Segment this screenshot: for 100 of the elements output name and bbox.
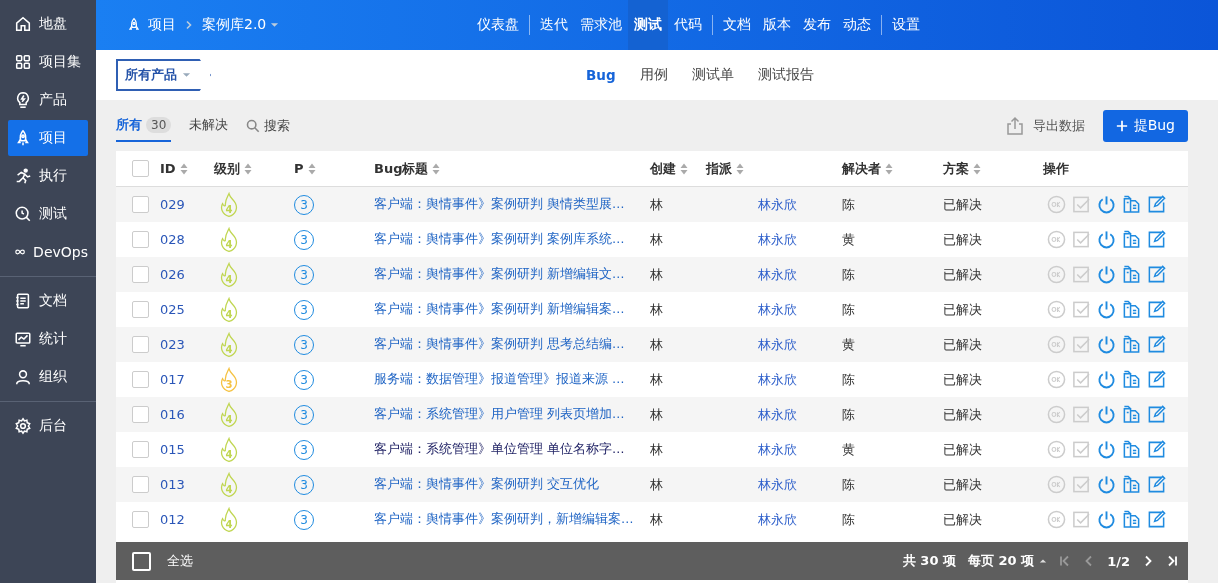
bug-id-link[interactable]: 017	[160, 372, 214, 387]
sidebar-item[interactable]: 统计	[8, 321, 88, 357]
edit-action-icon[interactable]	[1147, 195, 1166, 214]
bug-id-link[interactable]: 026	[160, 267, 214, 282]
edit-action-icon[interactable]	[1147, 370, 1166, 389]
bug-title-link[interactable]: 客户端：舆情事件》案例研判 案例库系统…	[374, 231, 650, 248]
copy-action-icon[interactable]	[1122, 370, 1141, 389]
nav-tab[interactable]: 代码	[668, 0, 708, 50]
copy-action-icon[interactable]	[1122, 300, 1141, 319]
activate-action-icon[interactable]	[1097, 335, 1116, 354]
filter-tab[interactable]: 未解决	[189, 110, 229, 142]
breadcrumb-link[interactable]: 项目	[148, 16, 176, 34]
activate-action-icon[interactable]	[1097, 440, 1116, 459]
activate-action-icon[interactable]	[1097, 230, 1116, 249]
copy-action-icon[interactable]	[1122, 510, 1141, 529]
checkbox[interactable]	[132, 301, 149, 318]
copy-action-icon[interactable]	[1122, 265, 1141, 284]
checkbox[interactable]	[132, 441, 149, 458]
bug-title-link[interactable]: 服务端：数据管理》报道管理》报道来源 …	[374, 371, 650, 388]
sidebar-item[interactable]: 项目	[8, 120, 88, 156]
project-dropdown[interactable]: 案例库2.0	[202, 16, 280, 34]
activate-action-icon[interactable]	[1097, 475, 1116, 494]
activate-action-icon[interactable]	[1097, 405, 1116, 424]
bug-title-link[interactable]: 客户端：系统管理》单位管理 单位名称字…	[374, 441, 650, 458]
product-dropdown[interactable]: 所有产品	[116, 59, 211, 91]
bug-id-link[interactable]: 025	[160, 302, 214, 317]
sub-tab[interactable]: Bug	[586, 66, 616, 84]
edit-action-icon[interactable]	[1147, 230, 1166, 249]
edit-action-icon[interactable]	[1147, 335, 1166, 354]
checkbox[interactable]	[132, 266, 149, 283]
assignee-link[interactable]: 林永欣	[706, 300, 842, 319]
bug-id-link[interactable]: 016	[160, 407, 214, 422]
sub-tab[interactable]: 用例	[639, 66, 668, 84]
assignee-link[interactable]: 林永欣	[706, 265, 842, 284]
bug-title-link[interactable]: 客户端：系统管理》用户管理 列表页增加…	[374, 406, 650, 423]
export-button[interactable]: 导出数据	[1004, 116, 1085, 136]
assignee-link[interactable]: 林永欣	[706, 335, 842, 354]
nav-tab[interactable]: 文档	[717, 0, 757, 50]
sidebar-item[interactable]: 后台	[8, 408, 88, 444]
create-bug-button[interactable]: 提Bug	[1102, 110, 1188, 142]
bug-id-link[interactable]: 015	[160, 442, 214, 457]
column-header[interactable]: ID	[160, 161, 214, 176]
nav-tab[interactable]: 测试	[628, 0, 668, 50]
sort-icon[interactable]	[973, 162, 981, 175]
assignee-link[interactable]: 林永欣	[706, 230, 842, 249]
bug-title-link[interactable]: 客户端：舆情事件》案例研判 舆情类型展…	[374, 196, 650, 213]
checkbox[interactable]	[132, 406, 149, 423]
edit-action-icon[interactable]	[1147, 475, 1166, 494]
column-header[interactable]: 创建	[650, 159, 706, 178]
bug-title-link[interactable]: 客户端：舆情事件》案例研判 新增编辑案…	[374, 301, 650, 318]
sort-icon[interactable]	[680, 162, 688, 175]
sort-icon[interactable]	[244, 162, 252, 175]
nav-tab[interactable]: 设置	[886, 0, 926, 50]
select-all-label[interactable]: 全选	[167, 552, 193, 570]
nav-tab[interactable]: 仪表盘	[471, 0, 525, 50]
nav-tab[interactable]: 迭代	[534, 0, 574, 50]
bug-title-link[interactable]: 客户端：舆情事件》案例研判 思考总结编…	[374, 336, 650, 353]
assignee-link[interactable]: 林永欣	[706, 195, 842, 214]
nav-tab[interactable]: 版本	[757, 0, 797, 50]
sort-icon[interactable]	[885, 162, 893, 175]
assignee-link[interactable]: 林永欣	[706, 405, 842, 424]
assignee-link[interactable]: 林永欣	[706, 475, 842, 494]
sidebar-item[interactable]: 文档	[8, 283, 88, 319]
checkbox[interactable]	[132, 196, 149, 213]
sidebar-item[interactable]: DevOps	[8, 234, 88, 270]
edit-action-icon[interactable]	[1147, 405, 1166, 424]
last-page-icon[interactable]	[1166, 555, 1178, 567]
column-header[interactable]: Bug标题	[374, 159, 650, 178]
bug-id-link[interactable]: 012	[160, 512, 214, 527]
checkbox[interactable]	[132, 476, 149, 493]
assignee-link[interactable]: 林永欣	[706, 440, 842, 459]
bug-title-link[interactable]: 客户端：舆情事件》案例研判 交互优化	[374, 476, 650, 493]
sort-icon[interactable]	[307, 162, 316, 175]
sort-icon[interactable]	[432, 162, 441, 175]
bug-id-link[interactable]: 013	[160, 477, 214, 492]
bug-id-link[interactable]: 028	[160, 232, 214, 247]
sort-icon[interactable]	[736, 162, 744, 175]
copy-action-icon[interactable]	[1122, 440, 1141, 459]
nav-tab[interactable]: 动态	[837, 0, 877, 50]
column-header[interactable]: 方案	[943, 159, 1043, 178]
activate-action-icon[interactable]	[1097, 300, 1116, 319]
filter-tab[interactable]: 所有 30	[116, 110, 172, 142]
sort-icon[interactable]	[179, 162, 188, 175]
activate-action-icon[interactable]	[1097, 195, 1116, 214]
nav-tab[interactable]: 发布	[797, 0, 837, 50]
copy-action-icon[interactable]	[1122, 405, 1141, 424]
column-header[interactable]: P	[294, 161, 374, 176]
select-all-checkbox[interactable]	[132, 551, 151, 571]
copy-action-icon[interactable]	[1122, 195, 1141, 214]
nav-tab[interactable]: 需求池	[574, 0, 628, 50]
edit-action-icon[interactable]	[1147, 440, 1166, 459]
sidebar-item[interactable]: 组织	[8, 359, 88, 395]
column-header[interactable]: 指派	[706, 159, 842, 178]
search-button[interactable]: 搜索	[246, 117, 291, 135]
assignee-link[interactable]: 林永欣	[706, 510, 842, 529]
checkbox[interactable]	[132, 160, 149, 177]
checkbox[interactable]	[132, 511, 149, 528]
activate-action-icon[interactable]	[1097, 265, 1116, 284]
edit-action-icon[interactable]	[1147, 510, 1166, 529]
activate-action-icon[interactable]	[1097, 370, 1116, 389]
